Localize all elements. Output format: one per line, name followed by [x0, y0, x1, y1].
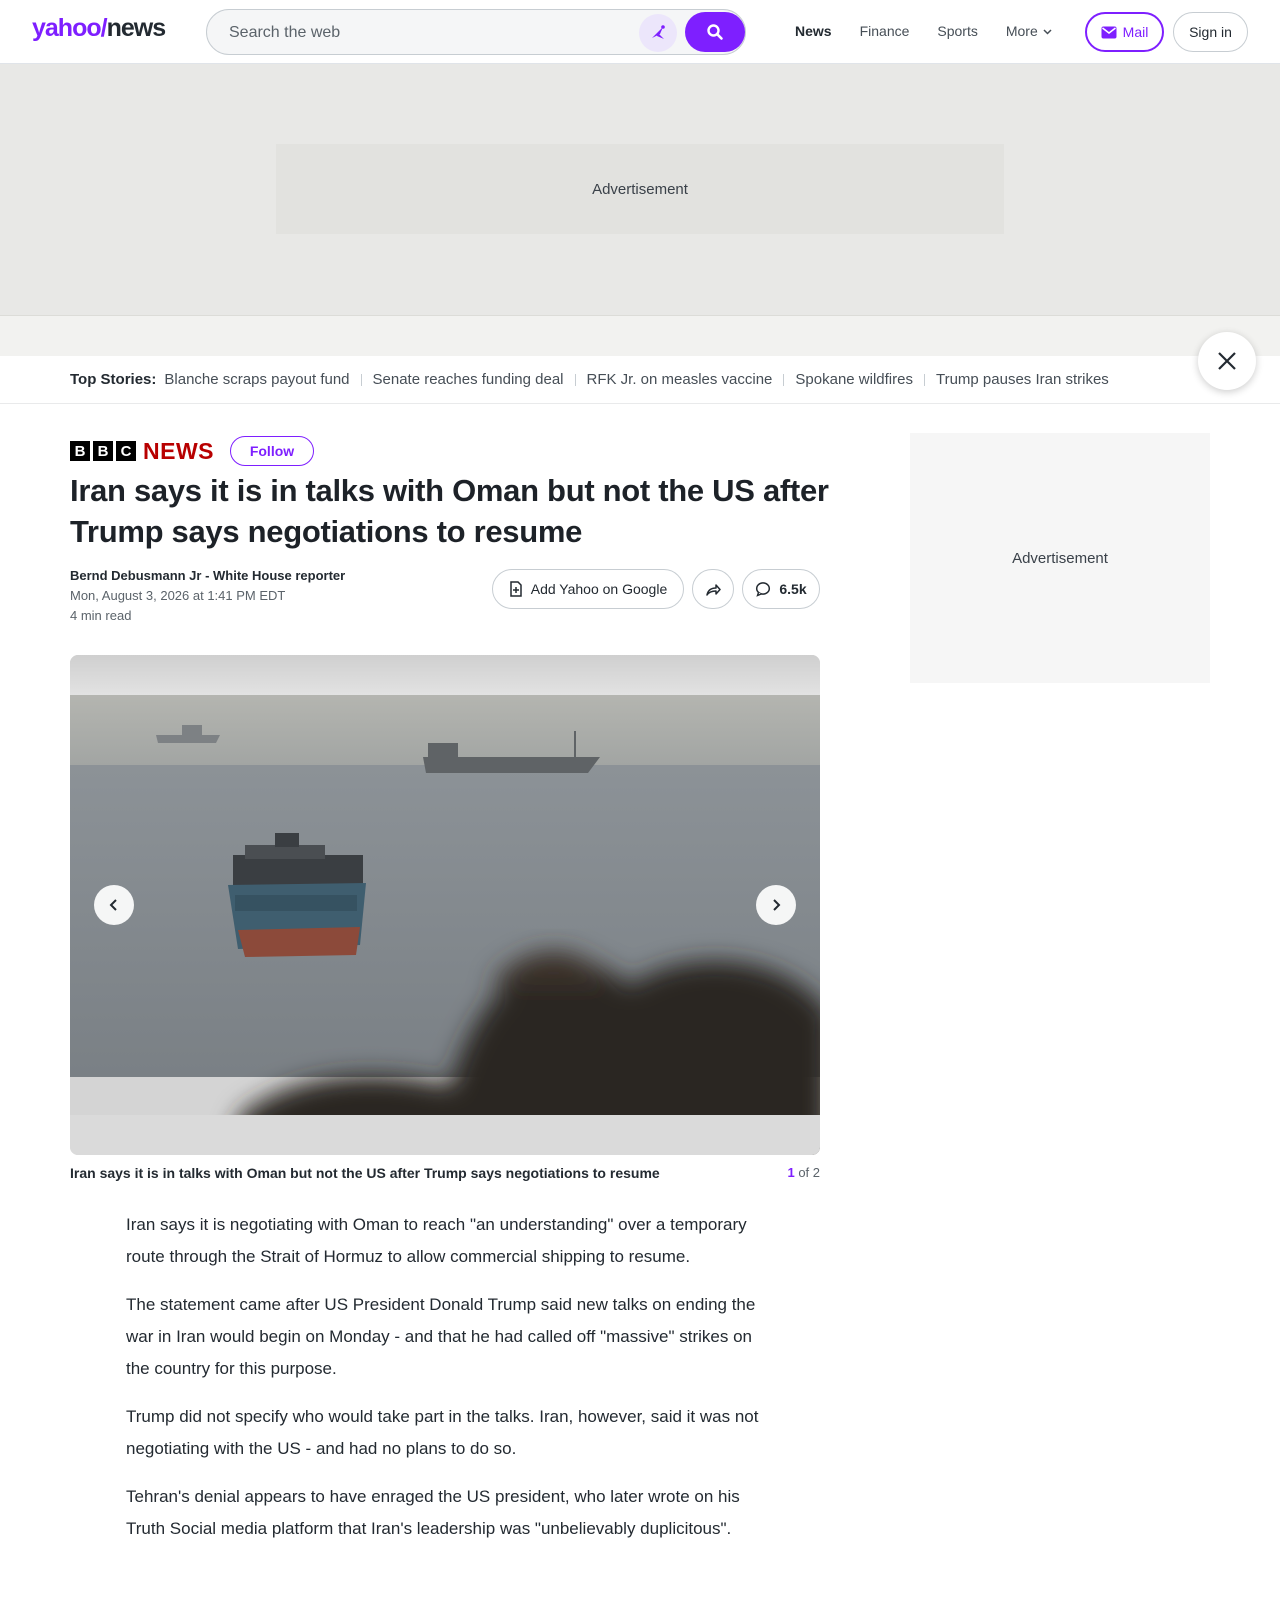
close-button[interactable] — [1198, 332, 1256, 390]
sign-in-button[interactable]: Sign in — [1173, 12, 1248, 52]
page-backdrop — [0, 316, 1280, 356]
add-google-label: Add Yahoo on Google — [530, 581, 668, 597]
mail-button[interactable]: Mail — [1085, 12, 1164, 52]
slide-current: 1 — [787, 1165, 795, 1180]
slide-total: of 2 — [794, 1165, 820, 1180]
body-paragraph: The statement came after US President Do… — [126, 1295, 756, 1378]
next-slide-button[interactable] — [756, 885, 796, 925]
sparkle-icon — [652, 25, 665, 39]
body-paragraph: Trump did not specify who would take par… — [126, 1407, 759, 1458]
search-button[interactable] — [685, 12, 745, 52]
image-carousel — [70, 655, 820, 1155]
publisher-news-label: NEWS — [143, 437, 214, 464]
chevron-left-icon — [109, 899, 117, 911]
search-input[interactable] — [229, 22, 609, 44]
read-time: 4 min read — [70, 608, 132, 623]
nav-more-label: More — [1005, 23, 1038, 39]
bbc-logo-block: B — [70, 441, 90, 461]
story-divider — [923, 373, 925, 386]
nav-sports[interactable]: Sports — [937, 23, 977, 39]
article-actions: Add Yahoo on Google 6.5k — [492, 569, 820, 609]
search-bar — [206, 9, 746, 55]
logo-yahoo-text: yahoo — [32, 14, 102, 42]
ai-search-button[interactable] — [639, 14, 677, 52]
search-icon — [707, 24, 723, 40]
site-header: yahoo/news News Finance Sports More Mail… — [0, 0, 1280, 64]
chevron-right-icon — [773, 899, 781, 911]
share-button[interactable] — [692, 569, 734, 609]
nav-news[interactable]: News — [795, 23, 832, 39]
bbc-logo-block: B — [93, 441, 113, 461]
previous-slide-button[interactable] — [94, 885, 134, 925]
share-arrow-icon — [705, 583, 721, 596]
sidebar-advertisement[interactable]: Advertisement — [910, 433, 1210, 683]
story-divider — [360, 373, 362, 386]
article-body: Iran says it is negotiating with Oman to… — [126, 1209, 766, 1561]
top-stories-bar: Top Stories: Blanche scraps payout fund … — [0, 356, 1280, 404]
top-story-link[interactable]: Spokane wildfires — [795, 371, 913, 388]
top-story-link[interactable]: Trump pauses Iran strikes — [936, 371, 1109, 388]
mail-icon — [1101, 26, 1117, 38]
comment-count: 6.5k — [779, 581, 807, 597]
story-divider — [574, 373, 576, 386]
yahoo-news-logo[interactable]: yahoo/news — [32, 14, 167, 43]
mail-label: Mail — [1122, 24, 1149, 40]
publish-date: Mon, August 3, 2026 at 1:41 PM EDT — [70, 588, 286, 603]
top-ad-region: Advertisement — [0, 64, 1280, 316]
top-advertisement[interactable]: Advertisement — [276, 144, 1004, 234]
slide-counter: 1 of 2 — [780, 1165, 820, 1180]
nav-finance[interactable]: Finance — [860, 23, 910, 39]
follow-button[interactable]: Follow — [230, 436, 314, 466]
chevron-down-icon — [1043, 28, 1052, 35]
top-story-link[interactable]: Senate reaches funding deal — [373, 371, 564, 388]
top-stories-label: Top Stories: — [70, 371, 157, 388]
document-plus-icon — [510, 581, 522, 597]
close-icon — [1218, 352, 1236, 370]
image-caption: Iran says it is in talks with Oman but n… — [70, 1165, 660, 1181]
body-paragraph: Tehran's denial appears to have enraged … — [126, 1487, 740, 1538]
top-story-link[interactable]: RFK Jr. on measles vaccine — [587, 371, 773, 388]
body-paragraph: Iran says it is negotiating with Oman to… — [126, 1215, 747, 1266]
comment-bubble-icon — [756, 582, 771, 597]
bbc-logo-block: C — [116, 441, 136, 461]
story-divider — [783, 373, 785, 386]
top-nav: News Finance Sports More — [795, 23, 1081, 39]
add-yahoo-on-google-button[interactable]: Add Yahoo on Google — [492, 569, 684, 609]
top-story-link[interactable]: Blanche scraps payout fund — [164, 371, 349, 388]
byline: Bernd Debusmann Jr - White House reporte… — [70, 566, 345, 626]
article-headline: Iran says it is in talks with Oman but n… — [70, 473, 829, 549]
publisher-row: B B C NEWS Follow — [70, 436, 314, 466]
logo-news-text: news — [106, 14, 167, 42]
article-photo — [70, 655, 820, 1155]
author-name[interactable]: Bernd Debusmann Jr - White House reporte… — [70, 566, 345, 586]
comments-button[interactable]: 6.5k — [742, 569, 820, 609]
nav-more[interactable]: More — [1006, 23, 1053, 39]
